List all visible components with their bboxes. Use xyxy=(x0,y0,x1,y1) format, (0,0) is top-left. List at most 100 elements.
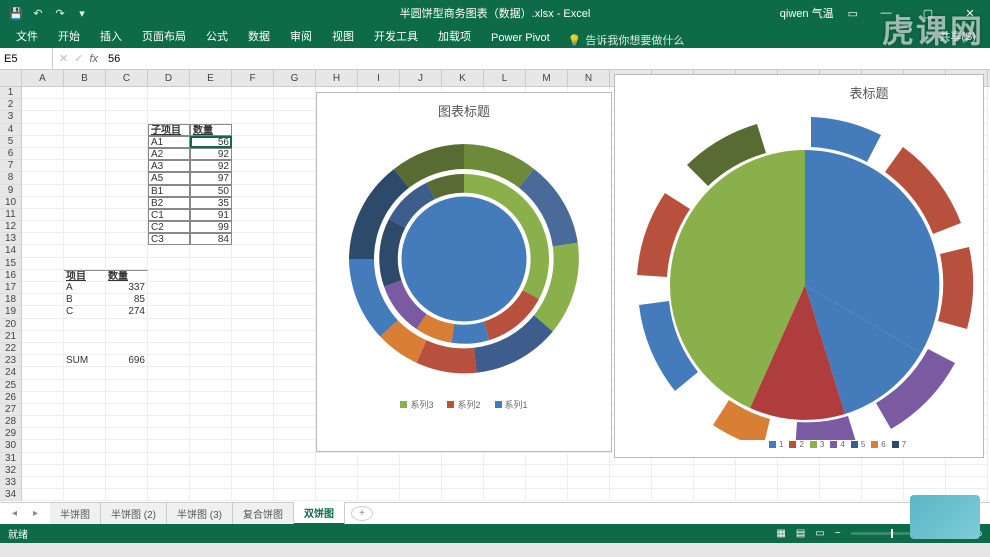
row-header[interactable]: 32 xyxy=(0,465,22,477)
sheet-nav-prev-icon[interactable]: ◂ xyxy=(12,508,17,519)
sheet-tab[interactable]: 半饼图 xyxy=(50,503,101,524)
cell[interactable] xyxy=(904,477,946,489)
cell[interactable] xyxy=(64,111,106,123)
row-header[interactable]: 29 xyxy=(0,428,22,440)
tab-insert[interactable]: 插入 xyxy=(90,24,132,48)
col-header[interactable]: A xyxy=(22,70,64,86)
cell[interactable]: B xyxy=(64,294,106,306)
cell[interactable] xyxy=(64,148,106,160)
row-header[interactable]: 3 xyxy=(0,111,22,123)
cell[interactable] xyxy=(232,380,274,392)
col-header[interactable]: H xyxy=(316,70,358,86)
cell[interactable] xyxy=(274,294,316,306)
view-page-layout-icon[interactable]: ▤ xyxy=(796,528,805,539)
cell[interactable] xyxy=(148,331,190,343)
cell[interactable] xyxy=(22,367,64,379)
cell[interactable] xyxy=(484,465,526,477)
redo-icon[interactable]: ↷ xyxy=(52,5,68,21)
cell[interactable] xyxy=(274,489,316,501)
cell[interactable] xyxy=(22,319,64,331)
sheet-tab-active[interactable]: 双饼图 xyxy=(294,502,345,525)
cell[interactable] xyxy=(22,380,64,392)
cell[interactable] xyxy=(64,404,106,416)
cell[interactable]: 子项目 xyxy=(148,124,190,136)
cell[interactable] xyxy=(64,331,106,343)
cell[interactable] xyxy=(190,355,232,367)
cell[interactable] xyxy=(22,404,64,416)
cell[interactable] xyxy=(106,331,148,343)
cell[interactable] xyxy=(190,477,232,489)
row-header[interactable]: 27 xyxy=(0,404,22,416)
cell[interactable] xyxy=(694,465,736,477)
cell[interactable] xyxy=(190,294,232,306)
cell[interactable] xyxy=(22,465,64,477)
cell[interactable] xyxy=(274,319,316,331)
col-header[interactable]: E xyxy=(190,70,232,86)
row-header[interactable]: 19 xyxy=(0,306,22,318)
cell[interactable] xyxy=(232,319,274,331)
cell[interactable] xyxy=(106,148,148,160)
cell[interactable] xyxy=(610,477,652,489)
cell[interactable] xyxy=(64,453,106,465)
tab-powerpivot[interactable]: Power Pivot xyxy=(481,28,560,48)
cell[interactable] xyxy=(442,453,484,465)
cell[interactable] xyxy=(148,99,190,111)
sheet-tab[interactable]: 半饼图 (2) xyxy=(101,503,167,524)
cell[interactable] xyxy=(106,233,148,245)
cell[interactable]: C3 xyxy=(148,233,190,245)
cell[interactable] xyxy=(610,489,652,501)
cell[interactable] xyxy=(232,367,274,379)
cell[interactable] xyxy=(22,294,64,306)
cell[interactable] xyxy=(148,404,190,416)
cell[interactable] xyxy=(820,465,862,477)
cell[interactable] xyxy=(274,380,316,392)
cell[interactable] xyxy=(526,489,568,501)
row-header[interactable]: 33 xyxy=(0,477,22,489)
cell[interactable] xyxy=(946,477,988,489)
cell[interactable] xyxy=(610,465,652,477)
cell[interactable] xyxy=(904,465,946,477)
cell[interactable] xyxy=(64,172,106,184)
col-header[interactable]: G xyxy=(274,70,316,86)
cell[interactable] xyxy=(148,440,190,452)
row-header[interactable]: 11 xyxy=(0,209,22,221)
cell[interactable] xyxy=(274,440,316,452)
cell[interactable] xyxy=(64,465,106,477)
cell[interactable] xyxy=(106,172,148,184)
cell[interactable] xyxy=(190,440,232,452)
cell[interactable] xyxy=(274,136,316,148)
cell[interactable] xyxy=(106,99,148,111)
cell[interactable]: 35 xyxy=(190,197,232,209)
cell[interactable] xyxy=(274,331,316,343)
cell[interactable] xyxy=(148,416,190,428)
cell[interactable] xyxy=(274,453,316,465)
cell[interactable] xyxy=(400,453,442,465)
cell[interactable] xyxy=(232,245,274,257)
cell[interactable] xyxy=(652,465,694,477)
cell[interactable] xyxy=(274,233,316,245)
cell[interactable] xyxy=(274,306,316,318)
cell[interactable]: 数量 xyxy=(106,270,148,282)
tab-page-layout[interactable]: 页面布局 xyxy=(132,24,196,48)
cell[interactable] xyxy=(106,392,148,404)
cell[interactable] xyxy=(64,209,106,221)
cell[interactable] xyxy=(232,440,274,452)
cell[interactable] xyxy=(22,343,64,355)
cell[interactable]: 84 xyxy=(190,233,232,245)
cell[interactable] xyxy=(22,440,64,452)
cell[interactable] xyxy=(568,477,610,489)
cell[interactable] xyxy=(106,319,148,331)
cell[interactable] xyxy=(274,160,316,172)
cell[interactable]: A1 xyxy=(148,136,190,148)
cell[interactable]: A2 xyxy=(148,148,190,160)
cell[interactable] xyxy=(22,258,64,270)
cell[interactable] xyxy=(64,185,106,197)
row-header[interactable]: 22 xyxy=(0,343,22,355)
cell[interactable] xyxy=(736,477,778,489)
cell[interactable] xyxy=(190,87,232,99)
cell[interactable] xyxy=(22,148,64,160)
tab-view[interactable]: 视图 xyxy=(322,24,364,48)
col-header[interactable]: J xyxy=(400,70,442,86)
cell[interactable] xyxy=(22,428,64,440)
cell[interactable] xyxy=(484,489,526,501)
